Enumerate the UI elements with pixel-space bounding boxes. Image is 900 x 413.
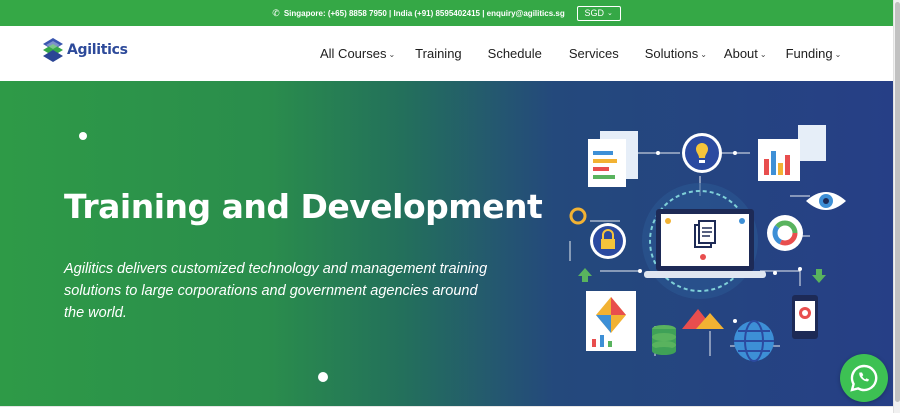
hero-description: Agilitics delivers customized technology… bbox=[64, 261, 488, 321]
slider-dot[interactable] bbox=[79, 132, 87, 140]
nav-label: Funding bbox=[785, 46, 833, 61]
nav-label: Training bbox=[415, 46, 462, 61]
chevron-down-icon: ⌄ bbox=[834, 50, 842, 59]
nav-training[interactable]: Training bbox=[415, 46, 461, 61]
whatsapp-icon bbox=[850, 364, 878, 392]
phone-icon: ✆ bbox=[272, 7, 280, 18]
chevron-down-icon: ⌄ bbox=[607, 10, 613, 17]
nav-label: Solutions bbox=[644, 46, 699, 61]
top-contact-bar: ✆ Singapore: (+65) 8858 7950 | India (+9… bbox=[0, 0, 893, 26]
page-bottom-edge bbox=[0, 406, 893, 413]
chevron-down-icon: ⌄ bbox=[388, 50, 396, 59]
nav-about[interactable]: About ⌄ bbox=[724, 46, 767, 61]
nav-schedule[interactable]: Schedule bbox=[488, 46, 542, 61]
hero-title: Training and Development bbox=[64, 187, 543, 226]
logo-mark-icon bbox=[43, 38, 63, 62]
currency-select[interactable]: SGD ⌄ bbox=[576, 5, 621, 21]
logo-text: Agilitics bbox=[67, 42, 128, 58]
nav-all-courses[interactable]: All Courses ⌄ bbox=[320, 46, 395, 61]
currency-value: SGD bbox=[584, 8, 605, 18]
nav-funding[interactable]: Funding ⌄ bbox=[786, 46, 842, 61]
site-logo[interactable]: Agilitics bbox=[42, 37, 128, 63]
nav-label: About bbox=[723, 46, 758, 61]
contact-text[interactable]: Singapore: (+65) 8858 7950 | India (+91)… bbox=[284, 9, 565, 18]
nav-label: All Courses bbox=[320, 46, 387, 61]
whatsapp-chat-button[interactable] bbox=[840, 354, 888, 402]
main-nav: All Courses ⌄ Training Schedule Services… bbox=[320, 26, 841, 81]
contact-info: ✆ Singapore: (+65) 8858 7950 | India (+9… bbox=[272, 8, 564, 19]
nav-label: Services bbox=[568, 46, 619, 61]
document-icon bbox=[588, 131, 638, 187]
nav-solutions[interactable]: Solutions ⌄ bbox=[645, 46, 707, 61]
nav-services[interactable]: Services bbox=[569, 46, 619, 61]
scrollbar-thumb[interactable] bbox=[895, 2, 900, 402]
hero-illustration bbox=[569, 125, 846, 362]
page-scrollbar[interactable] bbox=[893, 0, 900, 413]
nav-label: Schedule bbox=[487, 46, 542, 61]
chevron-down-icon: ⌄ bbox=[759, 50, 767, 59]
chevron-down-icon: ⌄ bbox=[700, 50, 707, 59]
site-header: Agilitics All Courses ⌄ Training Schedul… bbox=[0, 26, 893, 81]
slider-dot-active[interactable] bbox=[318, 372, 328, 382]
hero-banner: Training and Development Agilitics deliv… bbox=[0, 81, 893, 406]
